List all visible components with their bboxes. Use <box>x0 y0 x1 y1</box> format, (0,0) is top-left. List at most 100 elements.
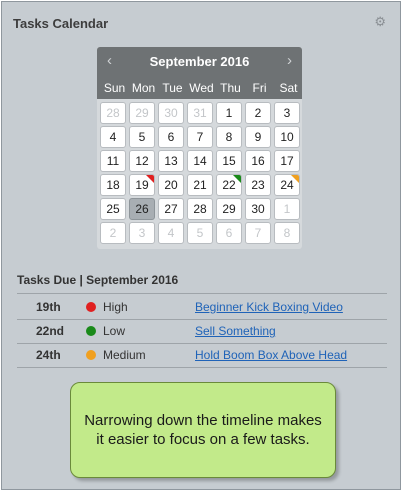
divider <box>17 367 387 368</box>
divider <box>17 319 387 320</box>
task-link[interactable]: Sell Something <box>195 324 276 338</box>
calendar-day[interactable]: 5 <box>187 222 213 244</box>
calendar-day-number: 2 <box>254 106 262 120</box>
calendar-day[interactable]: 29 <box>129 102 155 124</box>
calendar-day-number: 7 <box>196 130 204 144</box>
calendar-day-number: 6 <box>167 130 175 144</box>
calendar-day[interactable]: 27 <box>158 198 184 220</box>
calendar-day[interactable]: 5 <box>129 126 155 148</box>
calendar-day[interactable]: 7 <box>245 222 271 244</box>
day-of-week-label: Sat <box>279 81 298 95</box>
calendar-day[interactable]: 2 <box>245 102 271 124</box>
calendar-month-label: September 2016 <box>149 54 250 69</box>
calendar-day[interactable]: 30 <box>245 198 271 220</box>
task-priority: High <box>103 300 128 314</box>
calendar-day[interactable]: 29 <box>216 198 242 220</box>
calendar-day[interactable]: 8 <box>274 222 300 244</box>
calendar-day-number: 8 <box>225 130 233 144</box>
calendar-day-number: 9 <box>254 130 262 144</box>
calendar: ‹ September 2016 › Sun Mon Tue Wed Thu Fri Sat… <box>97 47 302 249</box>
calendar-day[interactable]: 4 <box>100 126 126 148</box>
calendar-day[interactable]: 31 <box>187 102 213 124</box>
calendar-day[interactable]: 14 <box>187 150 213 172</box>
next-month-button[interactable]: › <box>287 52 292 69</box>
calendar-day[interactable]: 4 <box>158 222 184 244</box>
calendar-day[interactable]: 9 <box>245 126 271 148</box>
calendar-day-number: 28 <box>193 202 207 216</box>
calendar-day-number: 5 <box>196 226 204 240</box>
calendar-day-number: 10 <box>280 130 294 144</box>
calendar-day[interactable]: 16 <box>245 150 271 172</box>
calendar-day[interactable]: 2 <box>100 222 126 244</box>
day-of-week-label: Thu <box>220 81 241 95</box>
calendar-day[interactable]: 26 <box>129 198 155 220</box>
calendar-day-number: 4 <box>109 130 117 144</box>
calendar-day[interactable]: 15 <box>216 150 242 172</box>
task-priority: Medium <box>103 348 146 362</box>
task-link[interactable]: Hold Boom Box Above Head <box>195 348 347 362</box>
calendar-day[interactable]: 13 <box>158 150 184 172</box>
callout-note: Narrowing down the timeline makes it eas… <box>70 382 336 478</box>
calendar-day-number: 23 <box>251 178 265 192</box>
calendar-day[interactable]: 30 <box>158 102 184 124</box>
calendar-day[interactable]: 1 <box>274 198 300 220</box>
calendar-day-number: 31 <box>193 106 207 120</box>
callout-text: Narrowing down the timeline makes it eas… <box>84 412 322 448</box>
calendar-day[interactable]: 19 <box>129 174 155 196</box>
calendar-day[interactable]: 28 <box>187 198 213 220</box>
calendar-day-number: 8 <box>283 226 291 240</box>
calendar-day[interactable]: 25 <box>100 198 126 220</box>
calendar-day-number: 7 <box>254 226 262 240</box>
calendar-day-number: 20 <box>164 178 178 192</box>
calendar-day[interactable]: 12 <box>129 150 155 172</box>
task-priority: Low <box>103 324 126 338</box>
calendar-day-number: 17 <box>280 154 294 168</box>
calendar-day[interactable]: 18 <box>100 174 126 196</box>
priority-dot-icon <box>86 350 96 360</box>
calendar-day[interactable]: 10 <box>274 126 300 148</box>
calendar-day[interactable]: 20 <box>158 174 184 196</box>
task-flag-icon <box>291 175 299 183</box>
calendar-day-number: 13 <box>164 154 178 168</box>
day-of-week-label: Mon <box>131 81 156 95</box>
calendar-day[interactable]: 6 <box>158 126 184 148</box>
task-due-day: 24th <box>36 348 61 362</box>
calendar-day[interactable]: 28 <box>100 102 126 124</box>
calendar-day-number: 26 <box>135 202 149 216</box>
panel-title: Tasks Calendar <box>13 16 109 31</box>
day-of-week-label: Tue <box>162 81 183 95</box>
calendar-day[interactable]: 23 <box>245 174 271 196</box>
calendar-day[interactable]: 1 <box>216 102 242 124</box>
priority-dot-icon <box>86 302 96 312</box>
calendar-day-number: 18 <box>106 178 120 192</box>
calendar-day-number: 6 <box>225 226 233 240</box>
calendar-day-number: 1 <box>225 106 233 120</box>
calendar-day[interactable]: 24 <box>274 174 300 196</box>
calendar-day-number: 27 <box>164 202 178 216</box>
task-flag-icon <box>146 175 154 183</box>
calendar-day[interactable]: 6 <box>216 222 242 244</box>
calendar-day-number: 14 <box>193 154 207 168</box>
calendar-day[interactable]: 7 <box>187 126 213 148</box>
calendar-day-number: 2 <box>109 226 117 240</box>
calendar-day[interactable]: 3 <box>274 102 300 124</box>
calendar-day-number: 3 <box>138 226 146 240</box>
calendar-day-number: 11 <box>106 154 120 168</box>
calendar-day-number: 29 <box>222 202 236 216</box>
task-link[interactable]: Beginner Kick Boxing Video <box>195 300 343 314</box>
calendar-day[interactable]: 8 <box>216 126 242 148</box>
day-of-week-label: Fri <box>252 81 267 95</box>
calendar-day-number: 5 <box>138 130 146 144</box>
calendar-day-number: 12 <box>135 154 149 168</box>
gear-icon[interactable]: ⚙ <box>374 14 386 30</box>
calendar-day-number: 15 <box>222 154 236 168</box>
calendar-header: ‹ September 2016 › <box>97 47 302 77</box>
calendar-day[interactable]: 22 <box>216 174 242 196</box>
calendar-day[interactable]: 11 <box>100 150 126 172</box>
calendar-day[interactable]: 3 <box>129 222 155 244</box>
calendar-day-number: 30 <box>251 202 265 216</box>
calendar-day[interactable]: 17 <box>274 150 300 172</box>
calendar-day[interactable]: 21 <box>187 174 213 196</box>
calendar-day-number: 30 <box>164 106 178 120</box>
calendar-day-number: 16 <box>251 154 265 168</box>
